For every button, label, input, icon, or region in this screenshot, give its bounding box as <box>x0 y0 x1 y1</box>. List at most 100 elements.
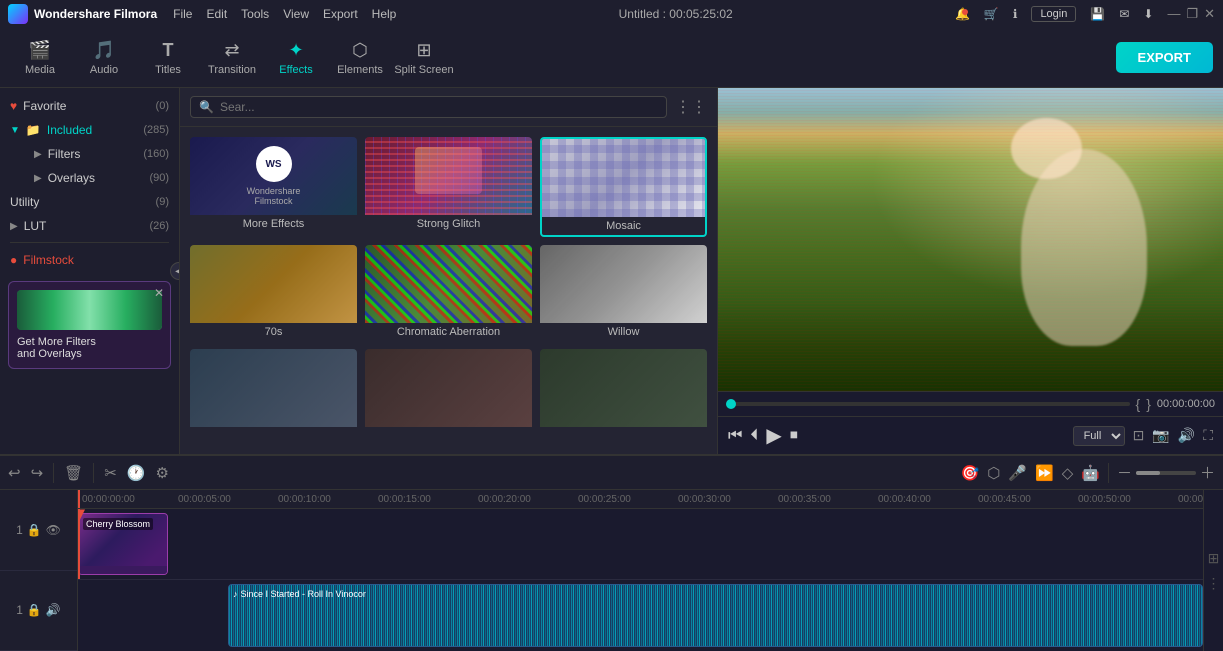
bracket-right[interactable]: } <box>1146 396 1151 412</box>
progress-dot[interactable] <box>726 399 736 409</box>
ruler-mark-0: 00:00:00:00 <box>82 494 135 505</box>
filmstock-item[interactable]: ● Filmstock <box>0 247 179 273</box>
snapshot-icon[interactable]: 📷 <box>1152 427 1169 444</box>
bracket-left[interactable]: { <box>1136 396 1141 412</box>
tool-effects[interactable]: ✦ Effects <box>266 32 326 84</box>
search-box[interactable]: 🔍 <box>190 96 667 118</box>
tool-transition[interactable]: ⇄ Transition <box>202 32 262 84</box>
zoom-slider[interactable] <box>1136 471 1196 475</box>
menu-edit[interactable]: Edit <box>206 7 227 21</box>
filters-item[interactable]: ▶ Filters (160) <box>24 142 179 166</box>
ruler-mark-5: 00:00:25:00 <box>578 494 631 505</box>
speed-button[interactable]: ⏩ <box>1035 464 1054 482</box>
progress-bar[interactable] <box>726 402 1130 406</box>
delete-button[interactable]: 🗑 <box>64 464 83 482</box>
effect-thumb-mosaic <box>542 139 705 217</box>
lock-icon[interactable]: 🔒 <box>27 523 42 537</box>
menu-help[interactable]: Help <box>372 7 397 21</box>
effect-card-70s[interactable]: 70s <box>190 245 357 341</box>
redo-button[interactable]: ↪ <box>31 464 44 482</box>
audio-mute-icon[interactable]: 🔊 <box>46 603 61 617</box>
titles-icon: T <box>163 40 174 61</box>
cut-button[interactable]: ✂ <box>104 464 117 482</box>
effect-card-willow[interactable]: Willow <box>540 245 707 341</box>
audio-lock-icon[interactable]: 🔒 <box>27 603 42 617</box>
history-button[interactable]: 🕐 <box>127 464 146 482</box>
lut-item[interactable]: ▶ LUT (26) <box>0 214 179 238</box>
effect-card-r3[interactable] <box>540 349 707 433</box>
mail-icon[interactable]: ✉ <box>1119 7 1129 21</box>
rewind-button[interactable]: ⏮ <box>728 427 742 445</box>
download-icon[interactable]: ⬇ <box>1143 7 1153 21</box>
promo-banner[interactable]: ✕ Get More Filters and Overlays <box>8 281 171 369</box>
included-item[interactable]: ▼ 📁 Included (285) <box>0 118 179 142</box>
effect-label-mosaic: Mosaic <box>542 217 705 235</box>
titles-label: Titles <box>155 64 181 76</box>
mosaic-grid <box>542 139 705 217</box>
promo-close[interactable]: ✕ <box>154 286 164 300</box>
effect-card-r1[interactable] <box>190 349 357 433</box>
effect-card-chromatic[interactable]: Chromatic Aberration <box>365 245 532 341</box>
timeline-more-button[interactable]: ⋮ <box>1207 575 1221 592</box>
tool-elements[interactable]: ⬡ Elements <box>330 32 390 84</box>
login-button[interactable]: Login <box>1031 6 1076 22</box>
panel-collapse-button[interactable]: ◀ <box>170 262 180 280</box>
favorite-count: (0) <box>156 100 169 112</box>
motion-button[interactable]: 🎯 <box>961 464 980 482</box>
notification-icon[interactable]: 🔔 <box>955 7 970 21</box>
effect-label-strong-glitch: Strong Glitch <box>365 215 532 233</box>
grid-toggle-icon[interactable]: ⋮⋮ <box>675 97 707 117</box>
save-icon[interactable]: 💾 <box>1090 7 1105 21</box>
eye-icon[interactable]: 👁 <box>46 523 61 537</box>
search-input[interactable] <box>220 100 658 114</box>
maximize-button[interactable]: ❐ <box>1186 6 1198 22</box>
step-back-button[interactable]: ⏴ <box>750 427 758 445</box>
zoom-out-button[interactable]: － <box>1117 462 1132 483</box>
effect-label-70s: 70s <box>190 323 357 341</box>
video-clip[interactable]: Cherry Blossom <box>78 513 168 575</box>
menu-tools[interactable]: Tools <box>241 7 269 21</box>
ruler-mark-8: 00:00:40:00 <box>878 494 931 505</box>
settings-button[interactable]: ⚙ <box>155 464 168 482</box>
play-button[interactable]: ▶ <box>766 423 781 448</box>
minimize-button[interactable]: — <box>1167 6 1180 22</box>
tool-media[interactable]: 🎬 Media <box>10 32 70 84</box>
favorite-item[interactable]: ♥ Favorite (0) <box>0 94 179 118</box>
menu-export[interactable]: Export <box>323 7 358 21</box>
menu-view[interactable]: View <box>283 7 309 21</box>
filters-count: (160) <box>143 148 169 160</box>
menu-file[interactable]: File <box>173 7 192 21</box>
add-track-button[interactable]: ⊞ <box>1208 550 1220 567</box>
tool-titles[interactable]: T Titles <box>138 32 198 84</box>
utility-item[interactable]: Utility (9) <box>0 190 179 214</box>
playhead <box>78 509 80 579</box>
overlays-item[interactable]: ▶ Overlays (90) <box>24 166 179 190</box>
ai-button[interactable]: 🤖 <box>1081 464 1100 482</box>
basket-icon[interactable]: 🛒 <box>984 7 999 21</box>
info-icon[interactable]: ℹ <box>1013 7 1018 21</box>
keyframe-button[interactable]: ◇ <box>1062 464 1074 482</box>
effect-card-r2[interactable] <box>365 349 532 433</box>
fullscreen-icon[interactable]: ⛶ <box>1203 427 1213 444</box>
toolbar-separator-1 <box>53 463 54 483</box>
close-button[interactable]: ✕ <box>1204 6 1215 22</box>
filmstock-logo: WS <box>256 146 292 182</box>
zoom-in-button[interactable]: ＋ <box>1200 462 1215 483</box>
effect-card-filmstock[interactable]: WS WondershareFilmstock More Effects <box>190 137 357 237</box>
effects-grid: WS WondershareFilmstock More Effects Str… <box>180 127 717 443</box>
effect-card-strong-glitch[interactable]: Strong Glitch <box>365 137 532 237</box>
tool-audio[interactable]: 🎵 Audio <box>74 32 134 84</box>
stop-button[interactable]: ⏹ <box>790 427 798 445</box>
undo-button[interactable]: ↩ <box>8 464 21 482</box>
crop-button[interactable]: ⬡ <box>987 464 1000 482</box>
voice-button[interactable]: 🎤 <box>1008 464 1027 482</box>
audio-clip[interactable]: ♪ Since I Started - Roll In Vinocor <box>228 584 1203 647</box>
sub-items: ▶ Filters (160) ▶ Overlays (90) <box>0 142 179 190</box>
quality-select[interactable]: Full 1/2 1/4 <box>1073 426 1125 446</box>
effect-thumb-r3 <box>540 349 707 427</box>
export-button[interactable]: EXPORT <box>1116 42 1213 73</box>
effect-card-mosaic[interactable]: Mosaic <box>540 137 707 237</box>
pip-icon[interactable]: ⊡ <box>1133 427 1145 444</box>
volume-icon[interactable]: 🔊 <box>1178 427 1195 444</box>
tool-split-screen[interactable]: ⊞ Split Screen <box>394 32 454 84</box>
